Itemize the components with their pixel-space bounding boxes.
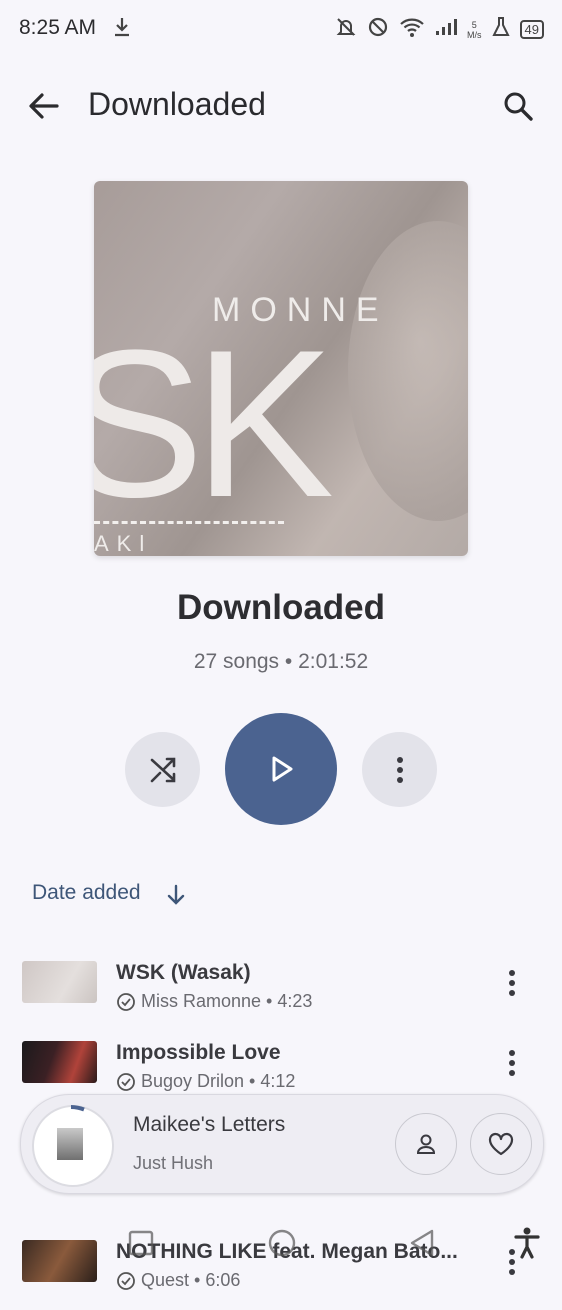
lab-flask-icon [491, 16, 510, 43]
wifi-icon [399, 16, 425, 43]
song-thumbnail [22, 961, 97, 1003]
more-vert-icon [396, 756, 403, 783]
mini-player[interactable]: Maikee's Letters Just Hush [20, 1094, 544, 1194]
person-icon [416, 1134, 436, 1154]
more-options-button[interactable] [362, 732, 437, 807]
downloaded-check-icon [117, 992, 135, 1011]
song-thumbnail [22, 1041, 97, 1083]
network-speed: 5 M/s [467, 19, 482, 40]
top-app-bar: Downloaded [0, 72, 562, 140]
back-button[interactable] [24, 88, 64, 124]
signal-icon [435, 17, 458, 42]
download-status-icon [112, 16, 132, 43]
song-artist-duration: Miss Ramonne • 4:23 [141, 991, 313, 1011]
home-button[interactable] [267, 1228, 297, 1263]
more-vert-icon [509, 1050, 515, 1076]
back-nav-button[interactable] [408, 1228, 436, 1263]
artwork-text-bottom: AKl [94, 531, 153, 556]
accessibility-icon [514, 1227, 540, 1259]
circle-icon [268, 1229, 296, 1257]
now-playing-cover [57, 1128, 83, 1160]
battery-level: 49 [524, 22, 539, 37]
like-button[interactable] [470, 1113, 532, 1175]
now-playing-title: Maikee's Letters [133, 1113, 286, 1136]
system-nav-bar [0, 1224, 562, 1280]
shuffle-icon [150, 757, 175, 782]
recents-button[interactable] [128, 1230, 154, 1261]
sort-option[interactable]: Date added [32, 881, 141, 905]
heart-icon [488, 1132, 514, 1156]
song-row[interactable]: WSK (Wasak) Miss Ramonne • 4:23 [0, 961, 562, 1031]
playlist-artwork: MONNE SK AKl [94, 181, 468, 556]
song-title: WSK (Wasak) [116, 961, 251, 984]
notifications-off-icon [335, 16, 357, 43]
downloaded-check-icon [117, 1072, 135, 1091]
status-time: 8:25 AM [19, 16, 97, 39]
arrow-down-icon [167, 884, 185, 905]
now-playing-artist: Just Hush [133, 1153, 214, 1173]
page-title: Downloaded [88, 86, 266, 122]
battery-indicator: 49 [519, 20, 544, 39]
square-icon [128, 1230, 154, 1256]
song-artist-duration: Bugoy Drilon • 4:12 [141, 1071, 296, 1091]
do-not-disturb-icon [367, 16, 389, 43]
status-bar: 8:25 AM 5 M/s 49 [0, 0, 562, 56]
more-vert-icon [509, 970, 515, 996]
triangle-back-icon [410, 1229, 434, 1257]
playlist-info: 27 songs • 2:01:52 [193, 650, 369, 673]
search-icon [504, 92, 533, 121]
accessibility-button[interactable] [512, 1226, 542, 1265]
shuffle-button[interactable] [125, 732, 200, 807]
playlist-name: Downloaded [176, 588, 386, 627]
sort-direction-button[interactable] [165, 883, 187, 912]
song-more-button[interactable] [500, 967, 524, 999]
back-arrow-icon [29, 93, 59, 119]
search-button[interactable] [500, 88, 536, 124]
play-button[interactable] [225, 713, 337, 825]
artist-button[interactable] [395, 1113, 457, 1175]
artwork-text-big: SK [94, 306, 334, 541]
song-more-button[interactable] [500, 1047, 524, 1079]
song-title: Impossible Love [116, 1041, 281, 1064]
play-icon [272, 756, 293, 782]
